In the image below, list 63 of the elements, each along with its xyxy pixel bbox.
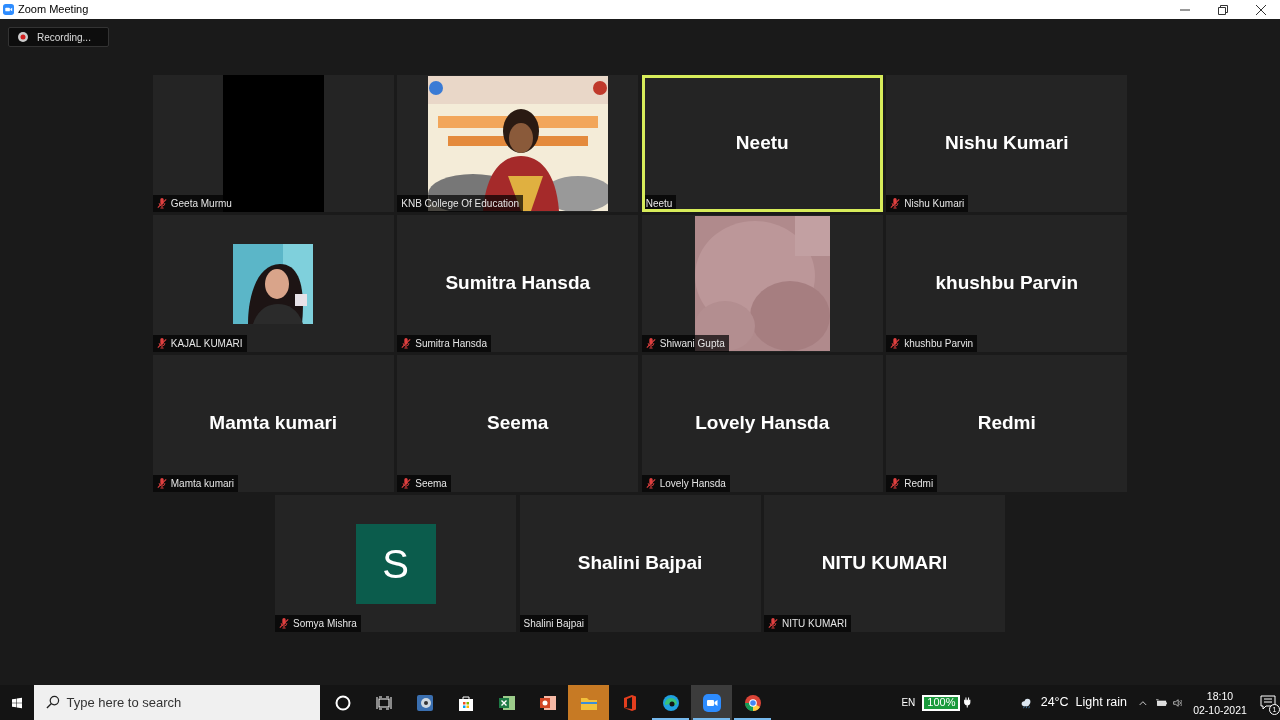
video-tile[interactable]: S Somya Mishra: [275, 495, 516, 632]
recording-button[interactable]: Recording...: [8, 27, 109, 47]
browser-circle-icon: [742, 692, 763, 713]
name-label: khushbu Parvin: [886, 335, 978, 352]
participant-name: Sumitra Hansda: [445, 271, 591, 296]
video-tile[interactable]: KNB College Of Education: [397, 75, 639, 212]
participant-name: Redmi: [977, 411, 1036, 436]
participant-name: NITU KUMARI: [821, 551, 948, 576]
video-tile[interactable]: Nishu Kumari Nishu Kumari: [886, 75, 1128, 212]
power-plug-icon: [964, 695, 971, 710]
video-camera-icon: [701, 692, 722, 713]
participant-name: Seema: [487, 411, 549, 436]
taskbar-app[interactable]: [568, 685, 610, 720]
video-tile[interactable]: NITU KUMARI NITU KUMARI: [764, 495, 1005, 632]
record-icon: [18, 32, 28, 42]
window-title: Zoom Meeting: [18, 2, 89, 18]
video-tile[interactable]: Mamta kumari Mamta kumari: [152, 355, 394, 492]
name-label: Shiwani Gupta: [641, 335, 729, 352]
clock-time[interactable]: 18:10: [1206, 688, 1234, 703]
participant-name: khushbu Parvin: [935, 271, 1078, 296]
participant-name: Shalini Bajpai: [577, 551, 703, 576]
search-icon: [46, 695, 61, 709]
name-label: Redmi: [886, 475, 938, 492]
weather-text[interactable]: 24°C Light rain: [1040, 693, 1127, 712]
battery-icon: [1155, 696, 1167, 709]
participant-name: Neetu: [735, 131, 789, 156]
participant-name: Lovely Hansda: [695, 411, 830, 436]
video-tile[interactable]: Shalini Bajpai Shalini Bajpai: [519, 495, 761, 632]
video-tile[interactable]: Sumitra Hansda Sumitra Hansda: [397, 215, 639, 352]
video-tile[interactable]: Redmi Redmi: [886, 355, 1128, 492]
name-label: Shalini Bajpai: [519, 615, 589, 632]
name-label: Mamta kumari: [152, 475, 239, 492]
taskbar-app[interactable]: [691, 685, 733, 720]
show-hidden-icons-chevron-icon: [1139, 698, 1147, 707]
participant-name: Nishu Kumari: [945, 131, 1069, 156]
name-label: KNB College Of Education: [397, 195, 524, 212]
clock-date[interactable]: 02-10-2021: [1193, 702, 1247, 717]
language-indicator[interactable]: EN: [901, 695, 916, 710]
video-tile[interactable]: KAJAL KUMARI: [152, 215, 394, 352]
zoom-logo-icon: [3, 4, 14, 15]
search-field[interactable]: Type here to search: [34, 685, 321, 720]
media-player-icon: [414, 692, 435, 713]
avatar: S: [355, 523, 436, 604]
participant-name: Mamta kumari: [209, 411, 338, 436]
name-label: Neetu: [644, 195, 677, 209]
name-label: Sumitra Hansda: [397, 335, 491, 352]
battery-indicator[interactable]: 100%: [922, 694, 961, 711]
video-tile[interactable]: Neetu Neetu: [641, 75, 883, 212]
name-label: Seema: [397, 475, 451, 492]
notification-icon: [1260, 695, 1276, 710]
video-tile[interactable]: Shiwani Gupta: [641, 215, 883, 352]
video-tile[interactable]: khushbu Parvin khushbu Parvin: [886, 215, 1128, 352]
video-tile[interactable]: Seema Seema: [397, 355, 639, 492]
name-label: Lovely Hansda: [641, 475, 730, 492]
restore-icon: [1218, 4, 1228, 15]
video-tile[interactable]: Geeta Murmu: [152, 75, 394, 212]
name-label: Nishu Kumari: [886, 195, 969, 212]
video-tile[interactable]: Lovely Hansda Lovely Hansda: [641, 355, 883, 492]
name-label: NITU KUMARI: [764, 615, 851, 632]
close-icon: [1256, 4, 1266, 15]
name-label: Somya Mishra: [275, 615, 361, 632]
name-label: KAJAL KUMARI: [152, 335, 247, 352]
browser-swirl-icon: [660, 692, 681, 713]
